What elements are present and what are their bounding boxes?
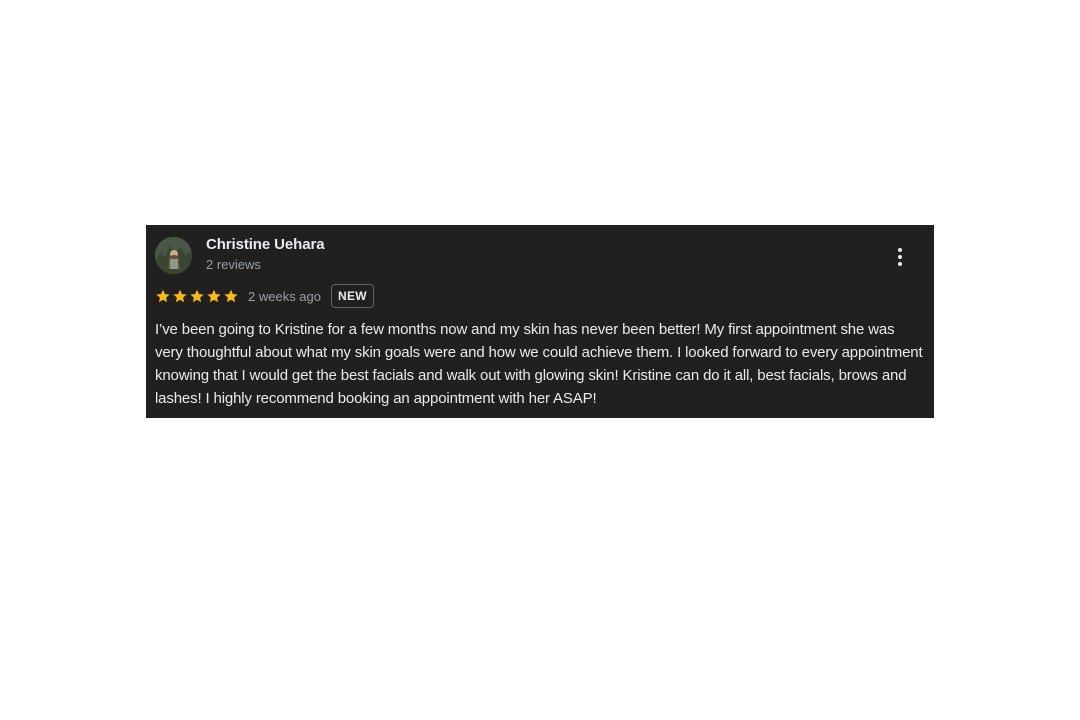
review-card: Christine Uehara 2 reviews 2 weeks ago N… [146,225,934,418]
star-rating [155,288,239,304]
more-options-button[interactable] [890,245,910,269]
review-time: 2 weeks ago [248,288,321,304]
more-vert-icon-dot [898,262,902,266]
star-icon [207,289,221,303]
avatar[interactable] [155,237,192,274]
star-icon [190,289,204,303]
review-text: I’ve been going to Kristine for a few mo… [155,321,923,407]
author-review-count: 2 reviews [206,257,261,272]
star-icon [224,289,238,303]
more-vert-icon [898,248,902,252]
star-icon [173,289,187,303]
author-name[interactable]: Christine Uehara [206,236,325,253]
star-icon [156,289,170,303]
rating-row: 2 weeks ago NEW [155,284,374,308]
new-badge: NEW [331,284,374,308]
more-vert-icon-dot [898,255,902,259]
